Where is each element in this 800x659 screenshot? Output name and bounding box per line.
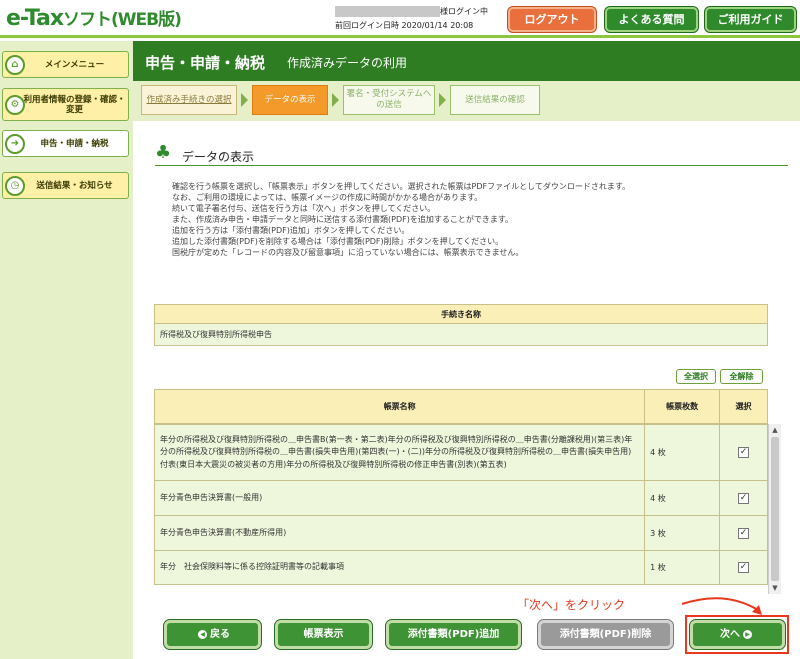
instructions: 確認を行う帳票を選択し、「帳票表示」ボタンを押してください。選択された帳票はPD… [172, 181, 772, 258]
last-login-time: 前回ログイン日時 2020/01/14 20:08 [335, 21, 474, 30]
masked-user-name [335, 6, 440, 17]
login-status: 様ログイン中 [440, 7, 488, 16]
form-name: 年分の所得税及び復興特別所得税の＿申告書B(第一表・第二表)年分の所得税及び復興… [154, 424, 646, 481]
select-checkbox[interactable]: ✓ [738, 562, 750, 573]
table-row: 年分の所得税及び復興特別所得税の＿申告書B(第一表・第二表)年分の所得税及び復興… [154, 424, 768, 481]
delete-pdf-button[interactable]: 添付書類(PDF)削除 [538, 620, 673, 649]
sidebar-item-user-info[interactable]: ⚙ 利用者情報の登録・確認・変更 [2, 88, 129, 121]
forms-table-header: 帳票名称 帳票枚数 選択 [153, 389, 768, 424]
select-all-button[interactable]: 全選択 [676, 369, 716, 384]
circle-right-icon: ▶ [743, 629, 752, 639]
forms-list-scroll[interactable]: 年分の所得税及び復興特別所得税の＿申告書B(第一表・第二表)年分の所得税及び復興… [154, 424, 781, 594]
procedure-header: 手続き名称 [154, 304, 768, 324]
logout-button[interactable]: ログアウト [508, 7, 596, 32]
app-header: e-Taxソフト(WEB版) 様ログイン中 前回ログイン日時 2020/01/1… [0, 0, 800, 38]
logo-sub-text: ソフト(WEB版) [63, 10, 182, 30]
back-button-label: 戻る [210, 629, 230, 640]
procedure-table: 手続き名称 所得税及び復興特別所得税申告 [154, 304, 768, 346]
step-arrow-icon [332, 93, 339, 107]
step-sign-and-send: 署名・受付システムへの送信 [343, 85, 435, 115]
clear-all-button[interactable]: 全解除 [720, 369, 763, 384]
instruction-line: また、作成済み申告・申請データと同時に送信する添付書類(PDF)を追加することが… [172, 215, 514, 224]
table-row: 年分青色申告決算書(一般用) 4 枚 ✓ [154, 480, 768, 516]
select-checkbox[interactable]: ✓ [738, 527, 750, 539]
instruction-line: 国税庁が定めた「レコードの内容及び留意事項」に沿っていない場合には、帳票表示でき… [172, 248, 524, 257]
next-button-label: 次へ [720, 629, 740, 640]
sidebar-item-main-menu[interactable]: ⌂ メインメニュー [2, 51, 129, 78]
select-checkbox[interactable]: ✓ [738, 492, 750, 504]
submit-icon: ➜ [5, 133, 25, 154]
section-heading: ♣ データの表示 [155, 144, 788, 166]
forms-table-container: 帳票名称 帳票枚数 選択 年分の所得税及び復興特別所得税の＿申告書B(第一表・第… [153, 389, 781, 594]
settings-icon: ⚙ [5, 94, 25, 115]
sidebar-item-label: メインメニュー [44, 59, 105, 70]
faq-button[interactable]: よくある質問 [605, 7, 698, 32]
instruction-line: 追加を行う方は「添付書類(PDF)追加」ボタンを押してください。 [172, 226, 410, 235]
app-logo: e-Taxソフト(WEB版) [6, 5, 182, 31]
logo-main-text: e-Tax [6, 6, 64, 31]
instruction-line: なお、ご利用の環境によっては、帳票イメージの作成に時間がかかる場合があります。 [172, 193, 483, 202]
step-progress: 作成済み手続きの選択 データの表示 署名・受付システムへの送信 送信結果の確認 [133, 81, 800, 121]
instruction-line: 続いて電子署名付与、送信を行う方は「次へ」ボタンを押してください。 [172, 204, 436, 213]
home-icon: ⌂ [5, 54, 25, 75]
page-subtitle: 作成済みデータの利用 [287, 56, 408, 70]
column-header-form-name: 帳票名称 [153, 389, 646, 424]
form-name: 年分 社会保険料等に係る控除証明書等の記載事項 [154, 550, 646, 585]
step-arrow-icon [439, 93, 446, 107]
sidebar: ⌂ メインメニュー ⚙ 利用者情報の登録・確認・変更 ➜ 申告・申請・納税 ◷ … [0, 41, 133, 659]
form-name: 年分青色申告決算書(不動産所得用) [154, 515, 646, 551]
sidebar-item-label: 送信結果・お知らせ [36, 180, 113, 191]
form-name: 年分青色申告決算書(一般用) [154, 480, 646, 516]
column-header-select: 選択 [719, 389, 768, 424]
clock-icon: ◷ [5, 175, 25, 196]
step-check-result: 送信結果の確認 [450, 85, 540, 115]
guide-button[interactable]: ご利用ガイド [705, 7, 796, 32]
page-title: 申告・申請・納税 [145, 54, 266, 72]
step-select-procedure[interactable]: 作成済み手続きの選択 [141, 85, 237, 115]
form-count: 4 枚 [644, 424, 721, 481]
clover-icon: ♣ [155, 142, 172, 163]
scrollbar-thumb[interactable] [771, 437, 779, 581]
circle-left-icon: ◀ [198, 629, 207, 639]
sidebar-item-label: 申告・申請・納税 [40, 138, 109, 149]
procedure-name: 所得税及び復興特別所得税申告 [154, 323, 768, 346]
next-button[interactable]: 次へ ▶ [690, 620, 785, 649]
column-header-page-count: 帳票枚数 [644, 389, 721, 424]
display-forms-button[interactable]: 帳票表示 [275, 620, 372, 649]
form-count: 4 枚 [644, 480, 721, 516]
add-pdf-button[interactable]: 添付書類(PDF)追加 [386, 620, 521, 649]
click-next-annotation: 「次へ」をクリック [517, 598, 626, 612]
back-button[interactable]: ◀ 戻る [164, 620, 261, 649]
scroll-up-icon[interactable]: ▲ [769, 424, 781, 436]
forms-table-body: 年分の所得税及び復興特別所得税の＿申告書B(第一表・第二表)年分の所得税及び復興… [154, 424, 768, 585]
page-title-bar: 申告・申請・納税 作成済みデータの利用 [133, 41, 800, 81]
forms-scrollbar[interactable]: ▲ ▼ [768, 424, 781, 594]
form-count: 3 枚 [644, 515, 721, 551]
sidebar-item-filing[interactable]: ➜ 申告・申請・納税 [2, 130, 129, 157]
login-info: 様ログイン中 前回ログイン日時 2020/01/14 20:08 [335, 5, 488, 33]
scroll-down-icon[interactable]: ▼ [769, 582, 781, 594]
table-row: 年分 社会保険料等に係る控除証明書等の記載事項 1 枚 ✓ [154, 550, 768, 585]
instruction-line: 確認を行う帳票を選択し、「帳票表示」ボタンを押してください。選択された帳票はPD… [172, 182, 631, 191]
step-arrow-icon [241, 93, 248, 107]
instruction-line: 追加した添付書類(PDF)を削除する場合は「添付書類(PDF)削除」ボタンを押し… [172, 237, 504, 246]
select-checkbox[interactable]: ✓ [738, 447, 750, 458]
form-count: 1 枚 [644, 550, 721, 585]
table-row: 年分青色申告決算書(不動産所得用) 3 枚 ✓ [154, 515, 768, 551]
sidebar-item-results[interactable]: ◷ 送信結果・お知らせ [2, 172, 129, 199]
section-title: データの表示 [182, 150, 255, 164]
step-display-data: データの表示 [252, 85, 328, 115]
